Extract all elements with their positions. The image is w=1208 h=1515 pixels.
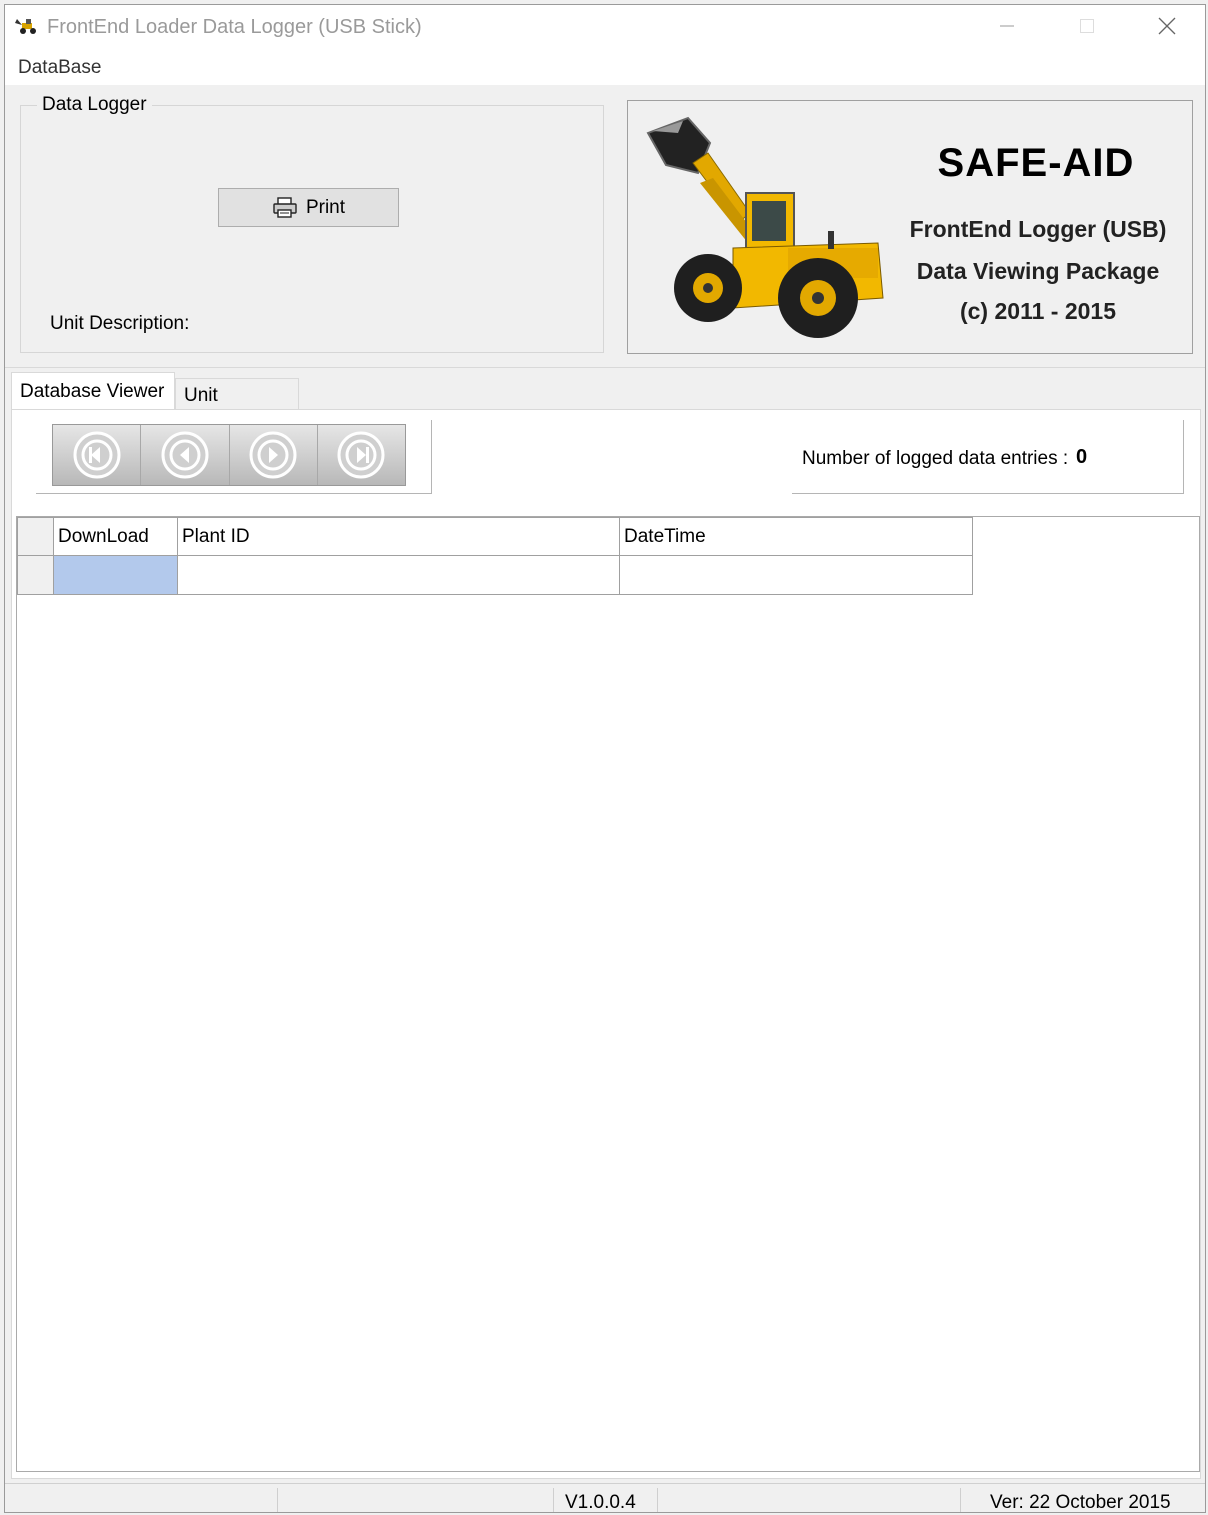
grid-cell-plant-id[interactable] (177, 555, 620, 595)
data-grid: DownLoad Plant ID DateTime (17, 517, 973, 595)
column-header-plant-id[interactable]: Plant ID (177, 517, 620, 556)
grid-header-row: DownLoad Plant ID DateTime (17, 517, 973, 556)
data-logger-group: Data Logger Print Unit Description: (20, 94, 604, 353)
window-title: FrontEnd Loader Data Logger (USB Stick) (47, 16, 422, 38)
entries-count-value: 0 (1076, 446, 1088, 468)
status-separator (553, 1488, 554, 1512)
brand-title: SAFE-AID (937, 141, 1135, 185)
status-separator (277, 1488, 278, 1512)
first-record-button[interactable] (53, 425, 142, 485)
record-navigator (52, 424, 406, 486)
column-header-datetime[interactable]: DateTime (619, 517, 973, 556)
version-label: V1.0.0.4 (565, 1492, 636, 1513)
brand-panel: SAFE-AID FrontEnd Logger (USB) Data View… (627, 100, 1193, 354)
close-button[interactable] (1128, 5, 1205, 47)
minimize-button[interactable] (968, 5, 1046, 47)
minimize-icon (1000, 25, 1014, 27)
previous-record-icon (161, 431, 209, 479)
brand-line-product: FrontEnd Logger (USB) (909, 216, 1167, 242)
grid-cell-datetime[interactable] (619, 555, 973, 595)
last-record-icon (337, 431, 385, 479)
menu-bar: DataBase (5, 47, 1205, 85)
print-label: Print (305, 196, 346, 218)
next-record-button[interactable] (230, 425, 318, 485)
title-bar: FrontEnd Loader Data Logger (USB Stick) (5, 5, 1205, 47)
print-button[interactable]: Print (218, 188, 399, 227)
unit-description-label: Unit Description: (50, 313, 190, 334)
build-date-label: Ver: 22 October 2015 (990, 1492, 1171, 1513)
tab-strip: Database Viewer Unit Register (5, 367, 1205, 428)
brand-line-package: Data Viewing Package (916, 258, 1160, 284)
grid-cell-download[interactable] (53, 555, 178, 595)
printer-icon (273, 196, 297, 218)
previous-record-button[interactable] (141, 425, 230, 485)
status-separator (960, 1488, 961, 1512)
menu-database[interactable]: DataBase (18, 57, 101, 79)
loader-app-icon (15, 19, 36, 34)
entries-counter-frame: Number of logged data entries : 0 (792, 420, 1184, 494)
maximize-icon (1080, 19, 1094, 33)
first-record-icon (73, 431, 121, 479)
brand-line-copyright: (c) 2011 - 2015 (959, 298, 1116, 324)
data-logger-legend: Data Logger (37, 94, 152, 116)
next-record-icon (249, 431, 297, 479)
main-window: FrontEnd Loader Data Logger (USB Stick) … (4, 4, 1206, 1513)
close-icon (1158, 17, 1176, 35)
status-separator (657, 1488, 658, 1512)
entries-count-label: Number of logged data entries : (802, 448, 1069, 469)
status-bar: V1.0.0.4 Ver: 22 October 2015 (5, 1483, 1205, 1513)
front-end-loader-image (646, 116, 884, 338)
column-header-download[interactable]: DownLoad (53, 517, 178, 556)
data-grid-area[interactable]: DownLoad Plant ID DateTime (16, 516, 1200, 1472)
tab-database-viewer[interactable]: Database Viewer (11, 372, 175, 410)
record-navigator-frame (36, 420, 432, 494)
last-record-button[interactable] (318, 425, 405, 485)
database-viewer-page: Number of logged data entries : 0 DownLo… (11, 409, 1201, 1479)
maximize-button[interactable] (1048, 5, 1126, 47)
row-header-cell[interactable] (17, 555, 54, 595)
tab-unit-register[interactable]: Unit Register (175, 378, 299, 428)
grid-corner-cell[interactable] (17, 517, 54, 556)
table-row[interactable] (17, 555, 973, 595)
